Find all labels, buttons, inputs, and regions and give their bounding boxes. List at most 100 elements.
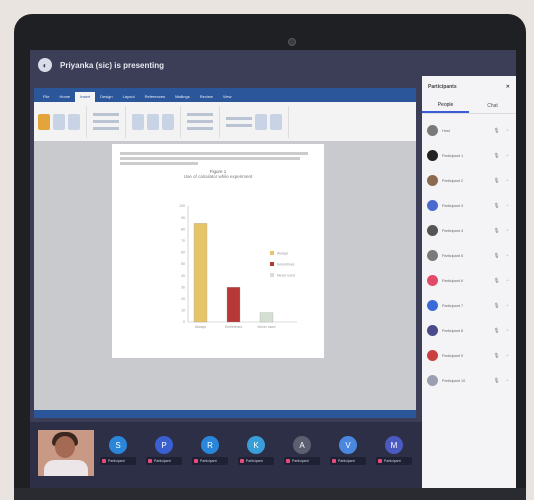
participant-name: Participant 3: [442, 203, 464, 208]
y-tick-label: 80: [181, 227, 185, 231]
participant-row[interactable]: Participant 4 🎙 ▫: [422, 218, 516, 243]
participant-name: Participant 1: [442, 153, 464, 158]
tab-chat[interactable]: Chat: [469, 98, 516, 113]
avatar: [427, 125, 438, 136]
y-tick-label: 0: [183, 320, 185, 324]
ribbon-tab-mailings[interactable]: Mailings: [170, 92, 195, 102]
ribbon-tab-file[interactable]: File: [38, 92, 54, 102]
video-tile[interactable]: S Participant: [100, 436, 136, 476]
camera-icon: ▫: [506, 227, 509, 234]
avatar: [427, 175, 438, 186]
x-tick-label: Never used: [258, 325, 276, 329]
participant-row[interactable]: Participant 8 🎙 ▫: [422, 318, 516, 343]
tile-name: Participant: [154, 459, 171, 463]
header-button[interactable]: [187, 113, 213, 116]
cover-page-button[interactable]: [53, 113, 65, 130]
equation-button[interactable]: [255, 113, 267, 130]
video-tile[interactable]: K Participant: [238, 436, 274, 476]
participant-row[interactable]: Participant 10 🎙 ▫: [422, 368, 516, 393]
paste-button[interactable]: [38, 113, 50, 130]
ribbon-tab-home[interactable]: Home: [54, 92, 75, 102]
chart-button[interactable]: [93, 127, 119, 130]
muted-mic-icon: [148, 459, 152, 463]
legend-swatch: [270, 251, 274, 255]
video-tile[interactable]: M Participant: [376, 436, 412, 476]
close-icon[interactable]: ✕: [506, 84, 510, 90]
participant-name: Participant 6: [442, 278, 464, 283]
link-button[interactable]: [147, 113, 159, 130]
y-tick-label: 90: [181, 216, 185, 220]
camera-icon: ▫: [506, 127, 509, 134]
participant-row[interactable]: Participant 5 🎙 ▫: [422, 243, 516, 268]
tile-name-label: Participant: [330, 457, 366, 465]
document-page[interactable]: Figure 1 Use of calculator while experim…: [112, 144, 324, 358]
participant-row[interactable]: Participant 1 🎙 ▫: [422, 143, 516, 168]
tile-name: Participant: [200, 459, 217, 463]
participant-row[interactable]: Participant 6 🎙 ▫: [422, 268, 516, 293]
ribbon-toolbar: [34, 102, 416, 142]
ribbon-tab-insert[interactable]: Insert: [75, 92, 96, 102]
participant-name: Participant 7: [442, 303, 464, 308]
participant-name: Participant 8: [442, 328, 464, 333]
participant-row[interactable]: Host 🎙 ▫: [422, 118, 516, 143]
video-tile[interactable]: R Participant: [192, 436, 228, 476]
ribbon-tab-view[interactable]: View: [218, 92, 237, 102]
status-bar: [34, 410, 416, 418]
avatar: [427, 350, 438, 361]
participant-initial-avatar: A: [293, 436, 311, 454]
participant-row[interactable]: Participant 3 🎙 ▫: [422, 193, 516, 218]
table-button[interactable]: [68, 113, 80, 130]
tile-name: Participant: [292, 459, 309, 463]
document-canvas: Figure 1 Use of calculator while experim…: [34, 142, 416, 418]
video-tile[interactable]: P Participant: [146, 436, 182, 476]
participant-list: Host 🎙 ▫ Participant 1 🎙 ▫ Participant 2 🎙 ▫ Part…: [422, 114, 516, 393]
video-tile[interactable]: A Participant: [284, 436, 320, 476]
tile-name: Participant: [338, 459, 355, 463]
tile-name-label: Participant: [146, 457, 182, 465]
wordart-button[interactable]: [226, 123, 252, 127]
tile-name-label: Participant: [284, 457, 320, 465]
muted-mic-icon: [332, 459, 336, 463]
legend-label: Always: [277, 252, 288, 256]
camera-icon: ▫: [506, 302, 509, 309]
participant-row[interactable]: Participant 2 🎙 ▫: [422, 168, 516, 193]
camera-icon: ▫: [506, 352, 509, 359]
camera-icon: ▫: [506, 202, 509, 209]
participant-row[interactable]: Participant 7 🎙 ▫: [422, 293, 516, 318]
self-video-tile[interactable]: [38, 430, 94, 476]
legend-swatch: [270, 273, 274, 277]
tile-name-label: Participant: [376, 457, 412, 465]
mic-icon: 🎙: [493, 152, 500, 159]
tab-people[interactable]: People: [422, 98, 469, 113]
bar: [259, 312, 274, 323]
legend-label: Sometimes: [277, 263, 295, 267]
participant-row[interactable]: Participant 9 🎙 ▫: [422, 343, 516, 368]
page-number-button[interactable]: [187, 127, 213, 130]
x-tick-label: Sometimes: [225, 325, 243, 329]
panel-tabs: People Chat: [422, 98, 516, 114]
y-tick-label: 70: [181, 239, 185, 243]
mic-icon: 🎙: [493, 227, 500, 234]
video-tile[interactable]: V Participant: [330, 436, 366, 476]
participants-panel: Participants ✕ People Chat Host 🎙 ▫ Partici…: [422, 76, 516, 488]
mic-icon: 🎙: [493, 177, 500, 184]
ribbon-tab-review[interactable]: Review: [195, 92, 218, 102]
online-video-button[interactable]: [132, 113, 144, 130]
text-box-button[interactable]: [226, 116, 252, 120]
participant-initial-avatar: V: [339, 436, 357, 454]
camera-icon: ▫: [506, 252, 509, 259]
video-strip: S Participant P Participant R Participant K Par…: [30, 422, 422, 488]
text-group: [226, 105, 289, 138]
shapes-button[interactable]: [93, 120, 119, 123]
mic-icon: 🎙: [493, 252, 500, 259]
pictures-button[interactable]: [93, 113, 119, 116]
y-tick-label: 50: [181, 262, 185, 266]
symbol-button[interactable]: [270, 113, 282, 130]
footer-button[interactable]: [187, 120, 213, 123]
ribbon-tab-references[interactable]: References: [140, 92, 170, 102]
ribbon-tab-design[interactable]: Design: [95, 92, 117, 102]
bookmark-button[interactable]: [162, 113, 174, 130]
header-footer-group: [187, 105, 220, 138]
bar: [193, 223, 208, 323]
ribbon-tab-layout[interactable]: Layout: [118, 92, 140, 102]
